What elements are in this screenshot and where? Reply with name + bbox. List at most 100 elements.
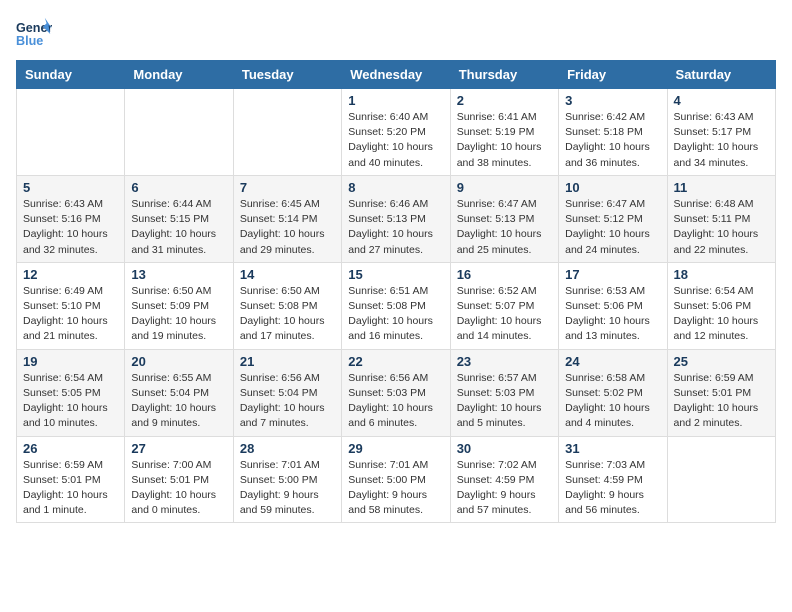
day-number: 3 [565, 93, 660, 108]
calendar-cell: 5 Sunrise: 6:43 AM Sunset: 5:16 PM Daylig… [17, 175, 125, 262]
calendar-cell: 9 Sunrise: 6:47 AM Sunset: 5:13 PM Daylig… [450, 175, 558, 262]
day-info: Sunrise: 6:40 AM Sunset: 5:20 PM Dayligh… [348, 110, 443, 171]
calendar-week-4: 19Sunrise: 6:54 AM Sunset: 5:05 PM Dayli… [17, 349, 776, 436]
calendar-cell [233, 89, 341, 176]
day-number: 11 [674, 180, 769, 195]
day-info: Sunrise: 6:44 AM Sunset: 5:15 PM Dayligh… [131, 197, 226, 258]
calendar-cell: 4 Sunrise: 6:43 AM Sunset: 5:17 PM Daylig… [667, 89, 775, 176]
calendar-cell: 14 Sunrise: 6:50 AM Sunset: 5:08 PM Dayli… [233, 262, 341, 349]
day-number: 13 [131, 267, 226, 282]
calendar-cell: 27Sunrise: 7:00 AM Sunset: 5:01 PM Dayli… [125, 436, 233, 523]
day-number: 14 [240, 267, 335, 282]
day-info: Sunrise: 6:56 AM Sunset: 5:04 PM Dayligh… [240, 371, 335, 432]
calendar-cell: 29 Sunrise: 7:01 AM Sunset: 5:00 PM Dayli… [342, 436, 450, 523]
day-number: 24 [565, 354, 660, 369]
calendar-cell: 1 Sunrise: 6:40 AM Sunset: 5:20 PM Daylig… [342, 89, 450, 176]
calendar-cell: 7 Sunrise: 6:45 AM Sunset: 5:14 PM Daylig… [233, 175, 341, 262]
day-number: 22 [348, 354, 443, 369]
calendar-cell: 18Sunrise: 6:54 AM Sunset: 5:06 PM Dayli… [667, 262, 775, 349]
calendar-week-3: 12 Sunrise: 6:49 AM Sunset: 5:10 PM Dayli… [17, 262, 776, 349]
day-info: Sunrise: 6:50 AM Sunset: 5:08 PM Dayligh… [240, 284, 335, 345]
day-number: 10 [565, 180, 660, 195]
calendar-cell: 23Sunrise: 6:57 AM Sunset: 5:03 PM Dayli… [450, 349, 558, 436]
day-number: 23 [457, 354, 552, 369]
col-thursday: Thursday [450, 61, 558, 89]
day-number: 19 [23, 354, 118, 369]
calendar-cell: 20 Sunrise: 6:55 AM Sunset: 5:04 PM Dayli… [125, 349, 233, 436]
day-info: Sunrise: 6:45 AM Sunset: 5:14 PM Dayligh… [240, 197, 335, 258]
day-info: Sunrise: 6:49 AM Sunset: 5:10 PM Dayligh… [23, 284, 118, 345]
day-number: 17 [565, 267, 660, 282]
day-info: Sunrise: 6:58 AM Sunset: 5:02 PM Dayligh… [565, 371, 660, 432]
day-info: Sunrise: 7:01 AM Sunset: 5:00 PM Dayligh… [348, 458, 443, 519]
day-info: Sunrise: 6:46 AM Sunset: 5:13 PM Dayligh… [348, 197, 443, 258]
calendar-cell: 2 Sunrise: 6:41 AM Sunset: 5:19 PM Daylig… [450, 89, 558, 176]
calendar-cell [667, 436, 775, 523]
calendar-cell: 19Sunrise: 6:54 AM Sunset: 5:05 PM Dayli… [17, 349, 125, 436]
day-info: Sunrise: 6:42 AM Sunset: 5:18 PM Dayligh… [565, 110, 660, 171]
col-friday: Friday [559, 61, 667, 89]
calendar-week-1: 1 Sunrise: 6:40 AM Sunset: 5:20 PM Daylig… [17, 89, 776, 176]
day-number: 29 [348, 441, 443, 456]
calendar-cell: 10 Sunrise: 6:47 AM Sunset: 5:12 PM Dayli… [559, 175, 667, 262]
calendar-cell: 13 Sunrise: 6:50 AM Sunset: 5:09 PM Dayli… [125, 262, 233, 349]
calendar-table: Sunday Monday Tuesday Wednesday Thursday… [16, 60, 776, 523]
col-sunday: Sunday [17, 61, 125, 89]
calendar-cell [17, 89, 125, 176]
day-info: Sunrise: 6:59 AM Sunset: 5:01 PM Dayligh… [674, 371, 769, 432]
calendar-cell: 31Sunrise: 7:03 AM Sunset: 4:59 PM Dayli… [559, 436, 667, 523]
calendar-cell: 26Sunrise: 6:59 AM Sunset: 5:01 PM Dayli… [17, 436, 125, 523]
day-info: Sunrise: 6:55 AM Sunset: 5:04 PM Dayligh… [131, 371, 226, 432]
day-info: Sunrise: 7:02 AM Sunset: 4:59 PM Dayligh… [457, 458, 552, 519]
day-info: Sunrise: 6:47 AM Sunset: 5:12 PM Dayligh… [565, 197, 660, 258]
calendar-cell: 28Sunrise: 7:01 AM Sunset: 5:00 PM Dayli… [233, 436, 341, 523]
calendar-header-row: Sunday Monday Tuesday Wednesday Thursday… [17, 61, 776, 89]
col-tuesday: Tuesday [233, 61, 341, 89]
day-info: Sunrise: 6:47 AM Sunset: 5:13 PM Dayligh… [457, 197, 552, 258]
day-info: Sunrise: 6:43 AM Sunset: 5:17 PM Dayligh… [674, 110, 769, 171]
day-info: Sunrise: 6:43 AM Sunset: 5:16 PM Dayligh… [23, 197, 118, 258]
calendar-cell: 15 Sunrise: 6:51 AM Sunset: 5:08 PM Dayli… [342, 262, 450, 349]
calendar-cell: 30Sunrise: 7:02 AM Sunset: 4:59 PM Dayli… [450, 436, 558, 523]
day-number: 4 [674, 93, 769, 108]
calendar-week-5: 26Sunrise: 6:59 AM Sunset: 5:01 PM Dayli… [17, 436, 776, 523]
day-number: 8 [348, 180, 443, 195]
calendar-week-2: 5 Sunrise: 6:43 AM Sunset: 5:16 PM Daylig… [17, 175, 776, 262]
day-number: 1 [348, 93, 443, 108]
logo: General Blue [16, 16, 52, 52]
svg-text:Blue: Blue [16, 34, 43, 48]
day-number: 20 [131, 354, 226, 369]
calendar-cell: 8 Sunrise: 6:46 AM Sunset: 5:13 PM Daylig… [342, 175, 450, 262]
calendar-cell: 21Sunrise: 6:56 AM Sunset: 5:04 PM Dayli… [233, 349, 341, 436]
day-number: 16 [457, 267, 552, 282]
col-wednesday: Wednesday [342, 61, 450, 89]
day-info: Sunrise: 6:41 AM Sunset: 5:19 PM Dayligh… [457, 110, 552, 171]
day-number: 5 [23, 180, 118, 195]
logo-icon: General Blue [16, 16, 52, 52]
calendar-cell: 6 Sunrise: 6:44 AM Sunset: 5:15 PM Daylig… [125, 175, 233, 262]
day-info: Sunrise: 6:48 AM Sunset: 5:11 PM Dayligh… [674, 197, 769, 258]
calendar-cell: 16 Sunrise: 6:52 AM Sunset: 5:07 PM Dayli… [450, 262, 558, 349]
day-info: Sunrise: 6:53 AM Sunset: 5:06 PM Dayligh… [565, 284, 660, 345]
day-number: 25 [674, 354, 769, 369]
day-number: 9 [457, 180, 552, 195]
calendar-cell: 24 Sunrise: 6:58 AM Sunset: 5:02 PM Dayli… [559, 349, 667, 436]
day-number: 2 [457, 93, 552, 108]
day-info: Sunrise: 7:03 AM Sunset: 4:59 PM Dayligh… [565, 458, 660, 519]
day-info: Sunrise: 6:50 AM Sunset: 5:09 PM Dayligh… [131, 284, 226, 345]
calendar-cell: 17 Sunrise: 6:53 AM Sunset: 5:06 PM Dayli… [559, 262, 667, 349]
day-number: 18 [674, 267, 769, 282]
day-number: 27 [131, 441, 226, 456]
day-number: 7 [240, 180, 335, 195]
day-number: 15 [348, 267, 443, 282]
day-info: Sunrise: 6:52 AM Sunset: 5:07 PM Dayligh… [457, 284, 552, 345]
day-number: 28 [240, 441, 335, 456]
calendar-cell: 25 Sunrise: 6:59 AM Sunset: 5:01 PM Dayli… [667, 349, 775, 436]
day-number: 26 [23, 441, 118, 456]
calendar-cell: 12 Sunrise: 6:49 AM Sunset: 5:10 PM Dayli… [17, 262, 125, 349]
page-header: General Blue [16, 16, 776, 52]
day-number: 6 [131, 180, 226, 195]
day-info: Sunrise: 6:51 AM Sunset: 5:08 PM Dayligh… [348, 284, 443, 345]
day-number: 12 [23, 267, 118, 282]
calendar-cell: 3 Sunrise: 6:42 AM Sunset: 5:18 PM Daylig… [559, 89, 667, 176]
